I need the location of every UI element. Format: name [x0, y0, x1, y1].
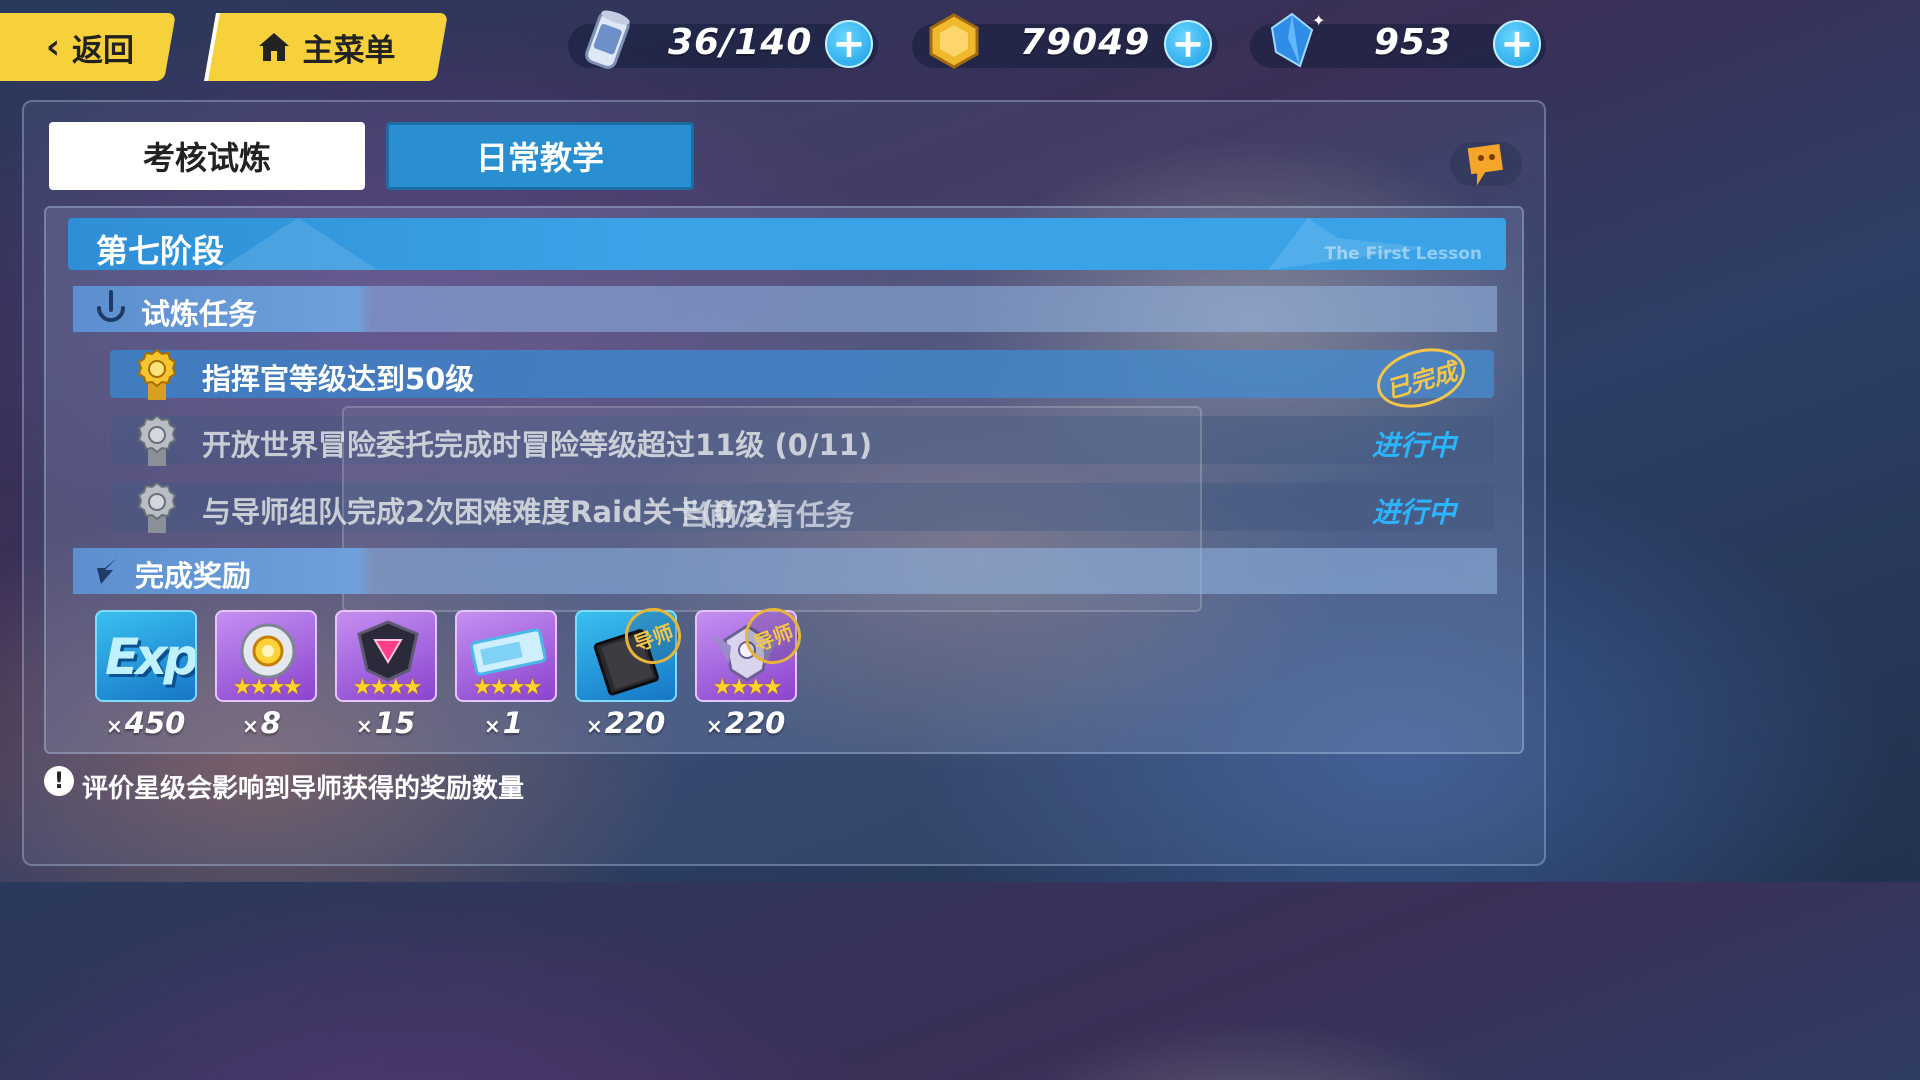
chat-bubble-icon — [1467, 143, 1503, 186]
back-label: 返回 — [72, 32, 134, 69]
reward-quantity: ×220 — [586, 706, 666, 740]
footer-note: 评价星级会影响到导师获得的奖励数量 — [82, 774, 525, 804]
chevron-left-icon: ‹ — [45, 27, 61, 67]
medal-icon — [137, 481, 177, 533]
reward-item[interactable]: ★★★★ — [215, 610, 317, 702]
tab-label: 日常教学 — [475, 139, 604, 177]
reward-section-title: 完成奖励 — [135, 559, 252, 593]
home-label: 主菜单 — [302, 32, 396, 69]
reward-quantity: ×8 — [242, 706, 281, 740]
crystal-icon: ✦ — [1270, 11, 1325, 68]
medal-icon — [137, 348, 177, 400]
trial-badge-icon — [97, 290, 125, 322]
tab-label: 考核试炼 — [142, 139, 271, 177]
task-section-header: 试炼任务 — [73, 286, 1497, 332]
home-button[interactable]: 主菜单 — [204, 13, 448, 81]
rarity-stars: ★★★★ — [232, 675, 303, 700]
stamina-can-icon — [585, 10, 630, 69]
back-button[interactable]: ‹ 返回 — [0, 13, 176, 81]
rarity-stars: ★★★★ — [712, 675, 783, 700]
task-text: 指挥官等级达到50级 — [202, 362, 475, 396]
reward-quantity: ×450 — [106, 706, 186, 740]
in-progress-status: 进行中 — [1371, 496, 1456, 529]
chat-button[interactable] — [1450, 142, 1522, 186]
reward-quantity: ×220 — [706, 706, 786, 740]
add-coins-button[interactable]: + — [1164, 20, 1212, 68]
coin-value: 79049 — [1020, 22, 1151, 63]
home-icon — [258, 33, 289, 61]
reward-section-header: 完成奖励 — [73, 548, 1497, 594]
reward-quantity: ×1 — [484, 706, 523, 740]
reward-arrow-icon — [97, 558, 117, 584]
plus-icon: + — [1500, 21, 1534, 67]
reward-item[interactable]: 导师 — [575, 600, 689, 702]
add-crystals-button[interactable]: + — [1493, 20, 1541, 68]
no-task-overlay-text: 当前没有任务 — [680, 498, 855, 532]
in-progress-status: 进行中 — [1371, 429, 1456, 462]
task-section-title: 试炼任务 — [141, 297, 258, 331]
reward-quantity: ×15 — [356, 706, 416, 740]
plus-icon: + — [832, 21, 866, 67]
stamina-value: 36/140 — [668, 22, 813, 63]
stage-subtitle: The First Lesson — [1324, 244, 1482, 264]
arrow-decoration-icon — [218, 218, 378, 270]
svg-text:✦: ✦ — [1312, 11, 1325, 30]
reward-item[interactable]: ★★★★ — [335, 610, 437, 702]
task-row: 指挥官等级达到50级 已完成 — [110, 338, 1494, 418]
ticket-icon — [469, 628, 547, 676]
exp-icon: Exp — [105, 628, 196, 686]
reward-item[interactable]: ★★★★ 导师 — [695, 600, 809, 702]
tab-assessment-trial[interactable]: 考核试炼 — [49, 122, 365, 190]
rarity-stars: ★★★★ — [472, 675, 543, 700]
reward-item[interactable]: Exp — [95, 610, 197, 702]
reward-item[interactable]: ★★★★ — [455, 610, 557, 702]
crystal-value: 953 — [1374, 22, 1453, 63]
stage-title: 第七阶段 — [96, 232, 225, 270]
stage-header: 第七阶段 The First Lesson — [68, 218, 1506, 270]
plus-icon: + — [1171, 21, 1205, 67]
add-stamina-button[interactable]: + — [825, 20, 873, 68]
warning-icon: ! — [44, 766, 74, 796]
rarity-stars: ★★★★ — [352, 675, 423, 700]
medal-icon — [137, 414, 177, 466]
tab-daily-teaching[interactable]: 日常教学 — [386, 122, 694, 190]
coin-icon — [929, 13, 979, 69]
